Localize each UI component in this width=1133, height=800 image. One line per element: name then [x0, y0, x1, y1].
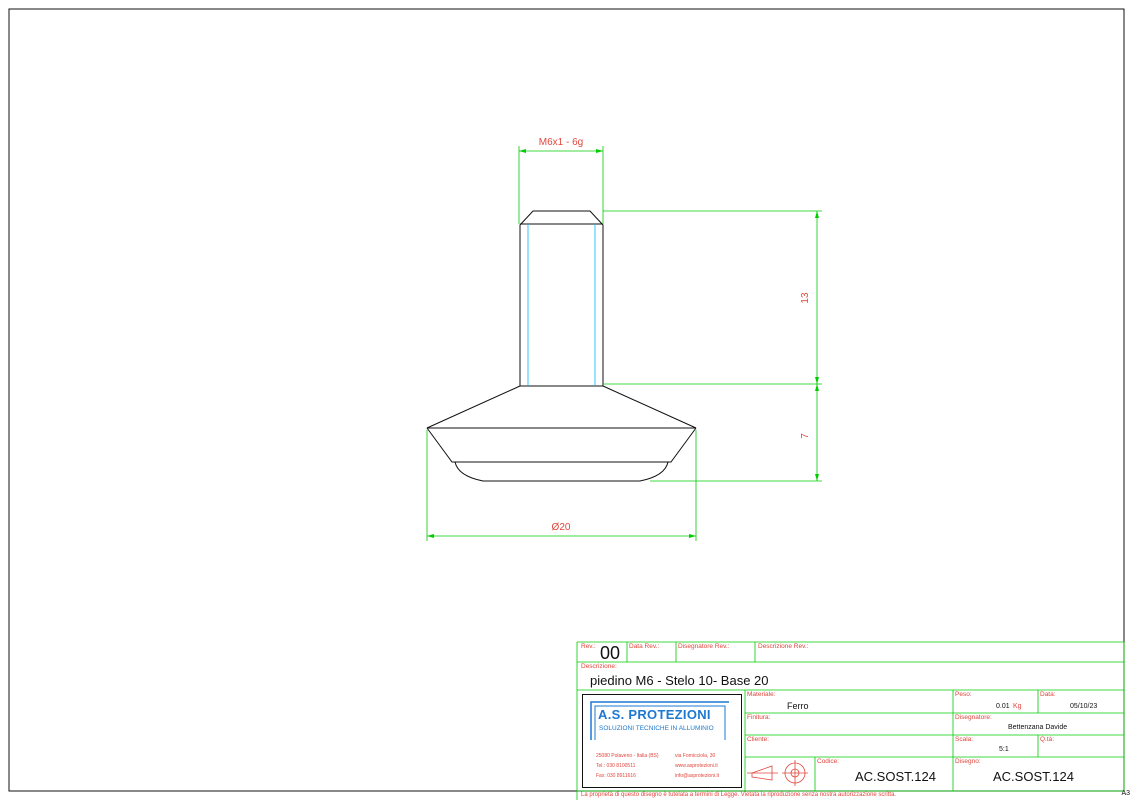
scale-value: 5:1 — [999, 746, 1009, 753]
desc-rev-label: Descrizione Rev.: — [758, 643, 809, 650]
weight-value: 0.01 — [996, 703, 1010, 710]
drawing-label: Disegno: — [955, 758, 981, 765]
designer-value: Bettenzana Davide — [1008, 724, 1068, 731]
company-site: www.asprotezioni.it — [675, 763, 718, 769]
part-outline — [426, 210, 697, 482]
client-label: Cliente: — [747, 736, 770, 743]
material-value: Ferro — [787, 701, 809, 711]
company-email: info@asprotezioni.it — [675, 773, 719, 779]
rev-value: 00 — [600, 643, 621, 663]
drawing-value: AC.SOST.124 — [993, 769, 1074, 784]
company-tagline: SOLUZIONI TECNICHE IN ALLUMINIO — [599, 725, 714, 732]
date-value: 05/10/23 — [1070, 703, 1098, 710]
dimension-lines — [426, 146, 822, 541]
qty-label: Q.tà: — [1040, 736, 1055, 743]
date-label: Data: — [1040, 691, 1056, 698]
base-bevel — [426, 427, 697, 463]
rev-label: Rev.: — [581, 643, 596, 650]
company-address: 25080 Polaveno - Italia (BS) — [596, 753, 659, 759]
dim-13-text: 13 — [800, 292, 811, 304]
designer-rev-label: Disegnatore Rev.: — [678, 643, 730, 650]
scale-label: Scala: — [955, 736, 974, 743]
designer-label: Disegnatore: — [955, 714, 992, 721]
weight-unit: Kg — [1013, 703, 1022, 710]
material-label: Materiale: — [747, 691, 776, 698]
code-value: AC.SOST.124 — [855, 769, 936, 784]
technical-drawing: M6x1 - 6g 13 7 Ø20 — [8, 8, 1125, 800]
dim-thread-text: M6x1 - 6g — [539, 137, 583, 148]
company-tel: Tel.: 030 8100511 — [596, 763, 636, 769]
description-value: piedino M6 - Stelo 10- Base 20 — [590, 673, 769, 688]
weight-label: Peso: — [955, 691, 972, 698]
company-fax: Fax: 030 8911616 — [596, 773, 636, 779]
sheet-border — [8, 8, 1125, 792]
dim-7-text: 7 — [800, 433, 811, 439]
footer-notice: La proprietà di questo disegno è tutelat… — [581, 792, 897, 798]
description-label: Descrizione: — [581, 663, 617, 670]
dim-diameter-text: Ø20 — [552, 522, 571, 533]
sheet-size: A3 — [1121, 790, 1130, 797]
drawing-sheet: M6x1 - 6g 13 7 Ø20 Rev.: 00 Data Rev.: D… — [0, 0, 1133, 800]
projection-symbol-icon — [747, 760, 808, 786]
base-foot — [454, 461, 669, 482]
date-rev-label: Data Rev.: — [629, 643, 660, 650]
code-label: Codice: — [817, 758, 840, 765]
stem-outline — [519, 210, 604, 386]
finish-label: Finitura: — [747, 714, 771, 721]
company-name: A.S. PROTEZIONI — [598, 707, 711, 722]
company-street: via Fornicciola, 30 — [675, 753, 716, 759]
thread-lines — [527, 224, 596, 386]
cone-outline — [426, 385, 697, 429]
